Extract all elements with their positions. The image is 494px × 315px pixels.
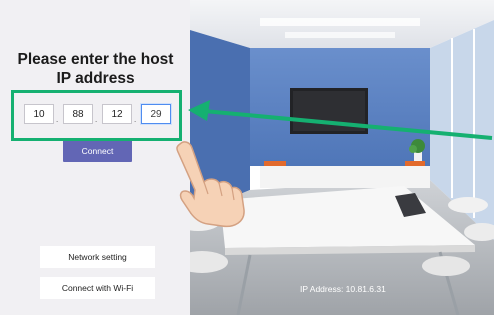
pointing-hand-icon bbox=[176, 141, 245, 228]
